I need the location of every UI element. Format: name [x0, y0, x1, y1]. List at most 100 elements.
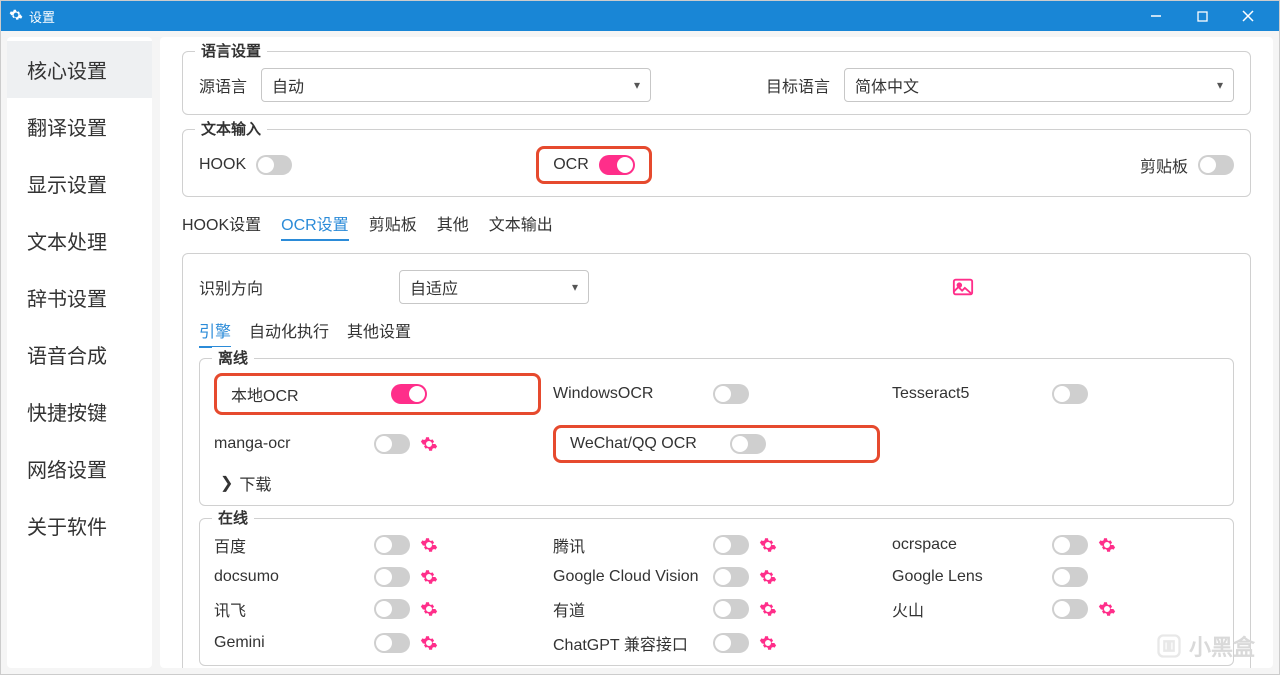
offline-engine: 本地OCR — [214, 373, 541, 415]
subtab-2[interactable]: 其他设置 — [347, 318, 411, 348]
online-engines-group: 在线 百度腾讯ocrspacedocsumoGoogle Cloud Visio… — [199, 518, 1234, 666]
engine-toggle[interactable] — [713, 567, 749, 587]
engine-toggle[interactable] — [713, 535, 749, 555]
online-engine: Google Cloud Vision — [553, 567, 880, 587]
sidebar-item-7[interactable]: 网络设置 — [7, 440, 152, 497]
clipboard-toggle[interactable] — [1198, 155, 1234, 175]
engine-label: WindowsOCR — [553, 385, 703, 403]
gear-icon[interactable] — [420, 600, 438, 618]
engine-toggle[interactable] — [1052, 567, 1088, 587]
engine-label: ocrspace — [892, 536, 1042, 554]
tab-4[interactable]: 文本输出 — [489, 211, 553, 241]
download-row[interactable]: ❯ 下载 — [214, 471, 1219, 495]
subtab-0[interactable]: 引擎 — [199, 318, 231, 348]
online-engine: ocrspace — [892, 533, 1219, 557]
engine-toggle[interactable] — [374, 535, 410, 555]
sidebar: 核心设置翻译设置显示设置文本处理辞书设置语音合成快捷按键网络设置关于软件 — [7, 37, 152, 668]
gear-icon[interactable] — [420, 536, 438, 554]
gear-icon[interactable] — [759, 600, 777, 618]
minimize-button[interactable] — [1133, 1, 1179, 31]
sidebar-item-6[interactable]: 快捷按键 — [7, 383, 152, 440]
ocr-source-highlight: OCR — [536, 146, 652, 184]
engine-label: Google Cloud Vision — [553, 568, 703, 586]
engine-toggle[interactable] — [374, 434, 410, 454]
engine-toggle[interactable] — [1052, 384, 1088, 404]
gear-icon[interactable] — [1098, 536, 1116, 554]
gear-icon[interactable] — [759, 634, 777, 652]
image-icon[interactable] — [952, 277, 974, 297]
window-title: 设置 — [29, 7, 55, 26]
sidebar-item-3[interactable]: 文本处理 — [7, 212, 152, 269]
source-language-label: 源语言 — [199, 73, 247, 97]
engine-toggle[interactable] — [713, 599, 749, 619]
online-engine: Google Lens — [892, 567, 1219, 587]
language-settings-group: 语言设置 源语言 自动 ▾ 目标语言 简体中文 ▾ — [182, 51, 1251, 115]
sidebar-item-4[interactable]: 辞书设置 — [7, 269, 152, 326]
online-engine: ChatGPT 兼容接口 — [553, 631, 880, 655]
chevron-down-icon: ▾ — [572, 280, 578, 294]
engine-label: docsumo — [214, 568, 364, 586]
gear-icon[interactable] — [759, 568, 777, 586]
sidebar-item-8[interactable]: 关于软件 — [7, 497, 152, 554]
engine-label: ChatGPT 兼容接口 — [553, 631, 703, 655]
settings-window: 设置 核心设置翻译设置显示设置文本处理辞书设置语音合成快捷按键网络设置关于软件 … — [0, 0, 1280, 675]
online-engine: 百度 — [214, 533, 541, 557]
main-panel: 语言设置 源语言 自动 ▾ 目标语言 简体中文 ▾ 文本输 — [160, 37, 1273, 668]
engine-label: WeChat/QQ OCR — [570, 435, 720, 453]
hook-toggle[interactable] — [256, 155, 292, 175]
gear-icon — [9, 8, 23, 25]
online-legend: 在线 — [212, 507, 254, 528]
gear-icon[interactable] — [420, 435, 438, 453]
sidebar-item-1[interactable]: 翻译设置 — [7, 98, 152, 155]
offline-engine: WeChat/QQ OCR — [553, 425, 880, 463]
gear-icon[interactable] — [420, 568, 438, 586]
engine-label: manga-ocr — [214, 435, 364, 453]
tab-3[interactable]: 其他 — [437, 211, 469, 241]
hook-source: HOOK — [199, 155, 292, 175]
chevron-right-icon: ❯ — [220, 473, 233, 493]
engine-toggle[interactable] — [713, 633, 749, 653]
offline-engine: manga-ocr — [214, 425, 541, 463]
tab-2[interactable]: 剪贴板 — [369, 211, 417, 241]
offline-engines-group: 离线 本地OCRWindowsOCRTesseract5manga-ocrWeC… — [199, 358, 1234, 506]
sidebar-item-5[interactable]: 语音合成 — [7, 326, 152, 383]
engine-toggle[interactable] — [374, 567, 410, 587]
engine-label: 有道 — [553, 597, 703, 621]
gear-icon[interactable] — [420, 634, 438, 652]
target-language-select[interactable]: 简体中文 ▾ — [844, 68, 1234, 102]
maximize-button[interactable] — [1179, 1, 1225, 31]
recognition-direction-select[interactable]: 自适应 ▾ — [399, 270, 589, 304]
clipboard-source: 剪贴板 — [1140, 153, 1234, 177]
engine-toggle[interactable] — [1052, 535, 1088, 555]
subtab-1[interactable]: 自动化执行 — [249, 318, 329, 348]
engine-toggle[interactable] — [391, 384, 427, 404]
offline-legend: 离线 — [212, 347, 254, 368]
close-button[interactable] — [1225, 1, 1271, 31]
tab-0[interactable]: HOOK设置 — [182, 211, 261, 241]
text-input-group: 文本输入 HOOK OCR 剪贴板 — [182, 129, 1251, 197]
engine-toggle[interactable] — [1052, 599, 1088, 619]
engine-label: 百度 — [214, 533, 364, 557]
engine-label: 腾讯 — [553, 533, 703, 557]
settings-tabs: HOOK设置 OCR设置剪贴板其他文本输出 — [182, 211, 1251, 241]
source-language-select[interactable]: 自动 ▾ — [261, 68, 651, 102]
sidebar-item-2[interactable]: 显示设置 — [7, 155, 152, 212]
online-engine: 讯飞 — [214, 597, 541, 621]
ocr-toggle[interactable] — [599, 155, 635, 175]
tab-1[interactable]: OCR设置 — [281, 211, 349, 241]
gear-icon[interactable] — [1098, 600, 1116, 618]
online-engine: 腾讯 — [553, 533, 880, 557]
engine-toggle[interactable] — [374, 633, 410, 653]
text-input-legend: 文本输入 — [195, 118, 267, 139]
engine-toggle[interactable] — [713, 384, 749, 404]
language-settings-legend: 语言设置 — [195, 40, 267, 61]
engine-toggle[interactable] — [730, 434, 766, 454]
titlebar: 设置 — [1, 1, 1279, 31]
engine-toggle[interactable] — [374, 599, 410, 619]
online-engine: 有道 — [553, 597, 880, 621]
engine-label: 火山 — [892, 597, 1042, 621]
gear-icon[interactable] — [759, 536, 777, 554]
engine-label: Google Lens — [892, 568, 1042, 586]
target-language-label: 目标语言 — [766, 73, 830, 97]
sidebar-item-0[interactable]: 核心设置 — [7, 41, 152, 98]
